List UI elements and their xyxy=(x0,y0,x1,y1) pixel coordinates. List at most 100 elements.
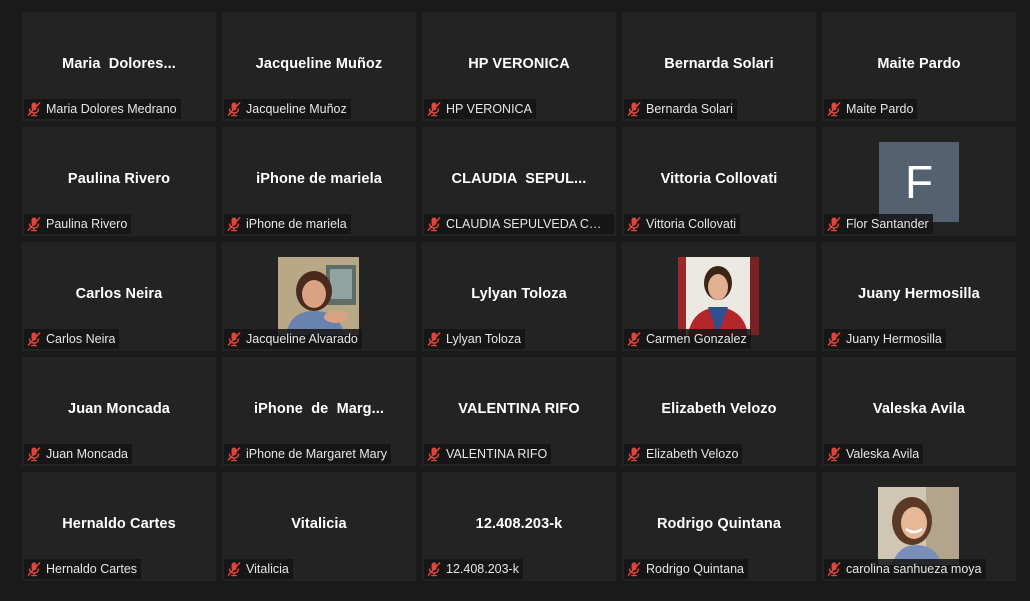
participant-name-label: Rodrigo Quintana xyxy=(646,562,744,576)
participant-nameplate: Lylyan Toloza xyxy=(424,329,526,349)
participant-display-name: Jacqueline Muñoz xyxy=(255,56,383,72)
participant-tile[interactable]: HP VERONICA HP VERONICA xyxy=(422,12,616,121)
participant-tile[interactable]: Hernaldo Cartes Hernaldo Cartes xyxy=(22,472,216,581)
smiling-woman-portrait-photo xyxy=(878,487,959,565)
woman-portrait-photo xyxy=(278,257,359,335)
participant-tile[interactable]: iPhone de Marg... iPhone de Margaret Mary xyxy=(222,357,416,466)
participant-display-name: Vitalicia xyxy=(291,516,347,532)
participant-display-name: VALENTINA RIFO xyxy=(458,401,580,417)
mic-muted-icon xyxy=(827,216,841,232)
mic-muted-icon xyxy=(27,446,41,462)
mic-muted-icon xyxy=(27,101,41,117)
participant-nameplate: Vittoria Collovati xyxy=(624,214,741,234)
participant-nameplate: VALENTINA RIFO xyxy=(424,444,552,464)
mic-muted-icon xyxy=(627,101,641,117)
participant-tile[interactable]: Bernarda Solari Bernarda Solari xyxy=(622,12,816,121)
participant-name-label: Maria Dolores Medrano xyxy=(46,102,177,116)
mic-muted-icon xyxy=(627,561,641,577)
participant-tile[interactable]: Juan Moncada Juan Moncada xyxy=(22,357,216,466)
participant-nameplate: Maria Dolores Medrano xyxy=(24,99,181,119)
mic-muted-icon xyxy=(627,446,641,462)
mic-muted-icon xyxy=(227,561,241,577)
participant-display-name: Valeska Avila xyxy=(872,401,966,417)
participant-tile[interactable]: Rodrigo Quintana Rodrigo Quintana xyxy=(622,472,816,581)
participant-name-label: Flor Santander xyxy=(846,217,929,231)
participant-display-name: Hernaldo Cartes xyxy=(62,516,176,532)
participant-tile[interactable]: Paulina Rivero Paulina Rivero xyxy=(22,127,216,236)
participant-name-label: Elizabeth Velozo xyxy=(646,447,739,461)
participant-name-label: Carlos Neira xyxy=(46,332,116,346)
mic-muted-icon xyxy=(427,101,441,117)
participant-tile[interactable]: VALENTINA RIFO VALENTINA RIFO xyxy=(422,357,616,466)
participant-nameplate: Juan Moncada xyxy=(24,444,133,464)
participant-nameplate: Maite Pardo xyxy=(824,99,918,119)
participant-tile[interactable]: iPhone de mariela iPhone de mariela xyxy=(222,127,416,236)
participant-display-name: Paulina Rivero xyxy=(67,171,171,187)
participant-tile[interactable]: Valeska Avila Valeska Avila xyxy=(822,357,1016,466)
participant-display-name: iPhone de Marg... xyxy=(254,401,384,417)
participant-display-name: Bernarda Solari xyxy=(664,56,774,72)
participant-nameplate: Jacqueline Muñoz xyxy=(224,99,351,119)
mic-muted-icon xyxy=(227,446,241,462)
participant-nameplate: Rodrigo Quintana xyxy=(624,559,748,579)
spiderman-portrait-photo xyxy=(678,257,759,335)
participant-tile[interactable]: Jacqueline Alvarado xyxy=(222,242,416,351)
participant-nameplate: Valeska Avila xyxy=(824,444,924,464)
participant-tile[interactable]: Maite Pardo Maite Pardo xyxy=(822,12,1016,121)
participant-name-label: Maite Pardo xyxy=(846,102,914,116)
participant-nameplate: iPhone de mariela xyxy=(224,214,351,234)
participant-tile[interactable]: Jacqueline Muñoz Jacqueline Muñoz xyxy=(222,12,416,121)
participant-name-label: Vittoria Collovati xyxy=(646,217,737,231)
mic-muted-icon xyxy=(427,446,441,462)
participant-tile[interactable]: 12.408.203-k 12.408.203-k xyxy=(422,472,616,581)
participant-nameplate: CLAUDIA SEPULVEDA CON... xyxy=(424,214,614,234)
participant-tile[interactable]: Maria Dolores... Maria Dolores Medrano xyxy=(22,12,216,121)
participant-tile[interactable]: Vittoria Collovati Vittoria Collovati xyxy=(622,127,816,236)
participant-tile[interactable]: Carlos Neira Carlos Neira xyxy=(22,242,216,351)
participant-display-name: Maria Dolores... xyxy=(62,56,176,72)
participant-nameplate: Carmen Gonzalez xyxy=(624,329,751,349)
participant-name-label: Valeska Avila xyxy=(846,447,920,461)
participant-nameplate: carolina sanhueza moya xyxy=(824,559,986,579)
mic-muted-icon xyxy=(827,561,841,577)
participant-tile[interactable]: Lylyan Toloza Lylyan Toloza xyxy=(422,242,616,351)
participant-name-label: Juan Moncada xyxy=(46,447,129,461)
participant-nameplate: Elizabeth Velozo xyxy=(624,444,743,464)
participant-display-name: Carlos Neira xyxy=(75,286,163,302)
participant-display-name: Juany Hermosilla xyxy=(858,286,980,302)
participant-display-name: Vittoria Collovati xyxy=(660,171,778,187)
mic-muted-icon xyxy=(27,216,41,232)
mic-muted-icon xyxy=(227,331,241,347)
participant-nameplate: HP VERONICA xyxy=(424,99,536,119)
participant-name-label: Vitalicia xyxy=(246,562,289,576)
participant-nameplate: Flor Santander xyxy=(824,214,933,234)
mic-muted-icon xyxy=(27,331,41,347)
participant-tile[interactable]: Carmen Gonzalez xyxy=(622,242,816,351)
participant-name-label: Paulina Rivero xyxy=(46,217,128,231)
participant-nameplate: Jacqueline Alvarado xyxy=(224,329,362,349)
participant-name-label: CLAUDIA SEPULVEDA CON... xyxy=(446,217,610,231)
mic-muted-icon xyxy=(827,331,841,347)
participant-display-name: iPhone de mariela xyxy=(256,171,382,187)
mic-muted-icon xyxy=(427,331,441,347)
participant-tile[interactable]: carolina sanhueza moya xyxy=(822,472,1016,581)
participant-name-label: HP VERONICA xyxy=(446,102,532,116)
participant-display-name: Elizabeth Velozo xyxy=(661,401,777,417)
participant-tile[interactable]: F Flor Santander xyxy=(822,127,1016,236)
participant-nameplate: Paulina Rivero xyxy=(24,214,132,234)
participant-name-label: Jacqueline Alvarado xyxy=(246,332,358,346)
mic-muted-icon xyxy=(627,216,641,232)
participant-tile[interactable]: CLAUDIA SEPUL... CLAUDIA SEPULVEDA CON... xyxy=(422,127,616,236)
participant-display-name: Juan Moncada xyxy=(68,401,170,417)
participant-tile[interactable]: Elizabeth Velozo Elizabeth Velozo xyxy=(622,357,816,466)
video-gallery: Maria Dolores... Maria Dolores Medrano Jac… xyxy=(22,12,1019,584)
participant-nameplate: Vitalicia xyxy=(224,559,293,579)
participant-tile[interactable]: Vitalicia Vitalicia xyxy=(222,472,416,581)
avatar: F xyxy=(879,142,959,222)
participant-nameplate: Carlos Neira xyxy=(24,329,120,349)
participant-display-name: Lylyan Toloza xyxy=(471,286,567,302)
participant-name-label: VALENTINA RIFO xyxy=(446,447,548,461)
mic-muted-icon xyxy=(27,561,41,577)
participant-display-name: 12.408.203-k xyxy=(475,516,563,532)
participant-tile[interactable]: Juany Hermosilla Juany Hermosilla xyxy=(822,242,1016,351)
